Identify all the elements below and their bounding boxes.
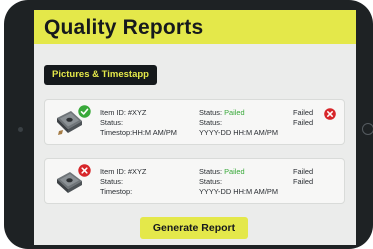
status-info: Status: Pailed Status: YYYY-DD HH:M AM/P… — [199, 167, 278, 197]
home-button[interactable] — [362, 123, 373, 135]
generate-report-button[interactable]: Generate Report — [140, 217, 248, 239]
x-icon — [78, 164, 91, 177]
item-timestamp: Timestop:HH:M AM/PM — [100, 128, 177, 137]
status-info: Status: Pailed Status: YYYY-DD HH:M AM/P… — [199, 108, 278, 138]
result-label-secondary: Failed — [293, 118, 314, 127]
header-bar: Quality Reports — [34, 10, 356, 44]
page-title: Quality Reports — [44, 16, 204, 39]
item-id: Item ID: #XYZ — [100, 167, 147, 176]
camera-icon — [18, 127, 23, 132]
report-card[interactable]: Item ID: #XYZ Status: Timestop: Status: … — [44, 158, 345, 204]
item-timestamp: Timestop: — [100, 187, 133, 196]
item-info: Item ID: #XYZ Status: Timestop:HH:M AM/P… — [100, 108, 177, 138]
section-label: Pictures & Timestapp — [44, 65, 157, 85]
status-value: Pailed — [224, 108, 245, 117]
item-status-label: Status: — [100, 177, 124, 186]
result-label: Failed — [293, 167, 314, 176]
status-line: Status: — [199, 177, 223, 186]
report-card[interactable]: Item ID: #XYZ Status: Timestop:HH:M AM/P… — [44, 99, 345, 145]
item-id: Item ID: #XYZ — [100, 108, 147, 117]
status-prefix: Status: — [199, 108, 223, 117]
app-screen: Quality Reports Pictures & Timestapp Ite… — [34, 10, 356, 245]
result-info: Failed Failed — [293, 167, 313, 187]
result-label: Failed — [293, 108, 314, 117]
status-value: Pailed — [224, 167, 245, 176]
tablet-frame: Quality Reports Pictures & Timestapp Ite… — [4, 0, 373, 249]
check-icon — [78, 105, 91, 118]
status-line: Status: — [199, 118, 223, 127]
status-date: YYYY-DD HH:M AM/PM — [199, 128, 278, 137]
status-prefix: Status: — [199, 167, 223, 176]
fail-icon[interactable] — [324, 108, 336, 120]
status-date: YYYY-DD HH:M AM/PM — [199, 187, 278, 196]
result-info: Failed Failed — [293, 108, 313, 128]
item-info: Item ID: #XYZ Status: Timestop: — [100, 167, 146, 197]
item-status-label: Status: — [100, 118, 124, 127]
result-label-secondary: Failed — [293, 177, 314, 186]
